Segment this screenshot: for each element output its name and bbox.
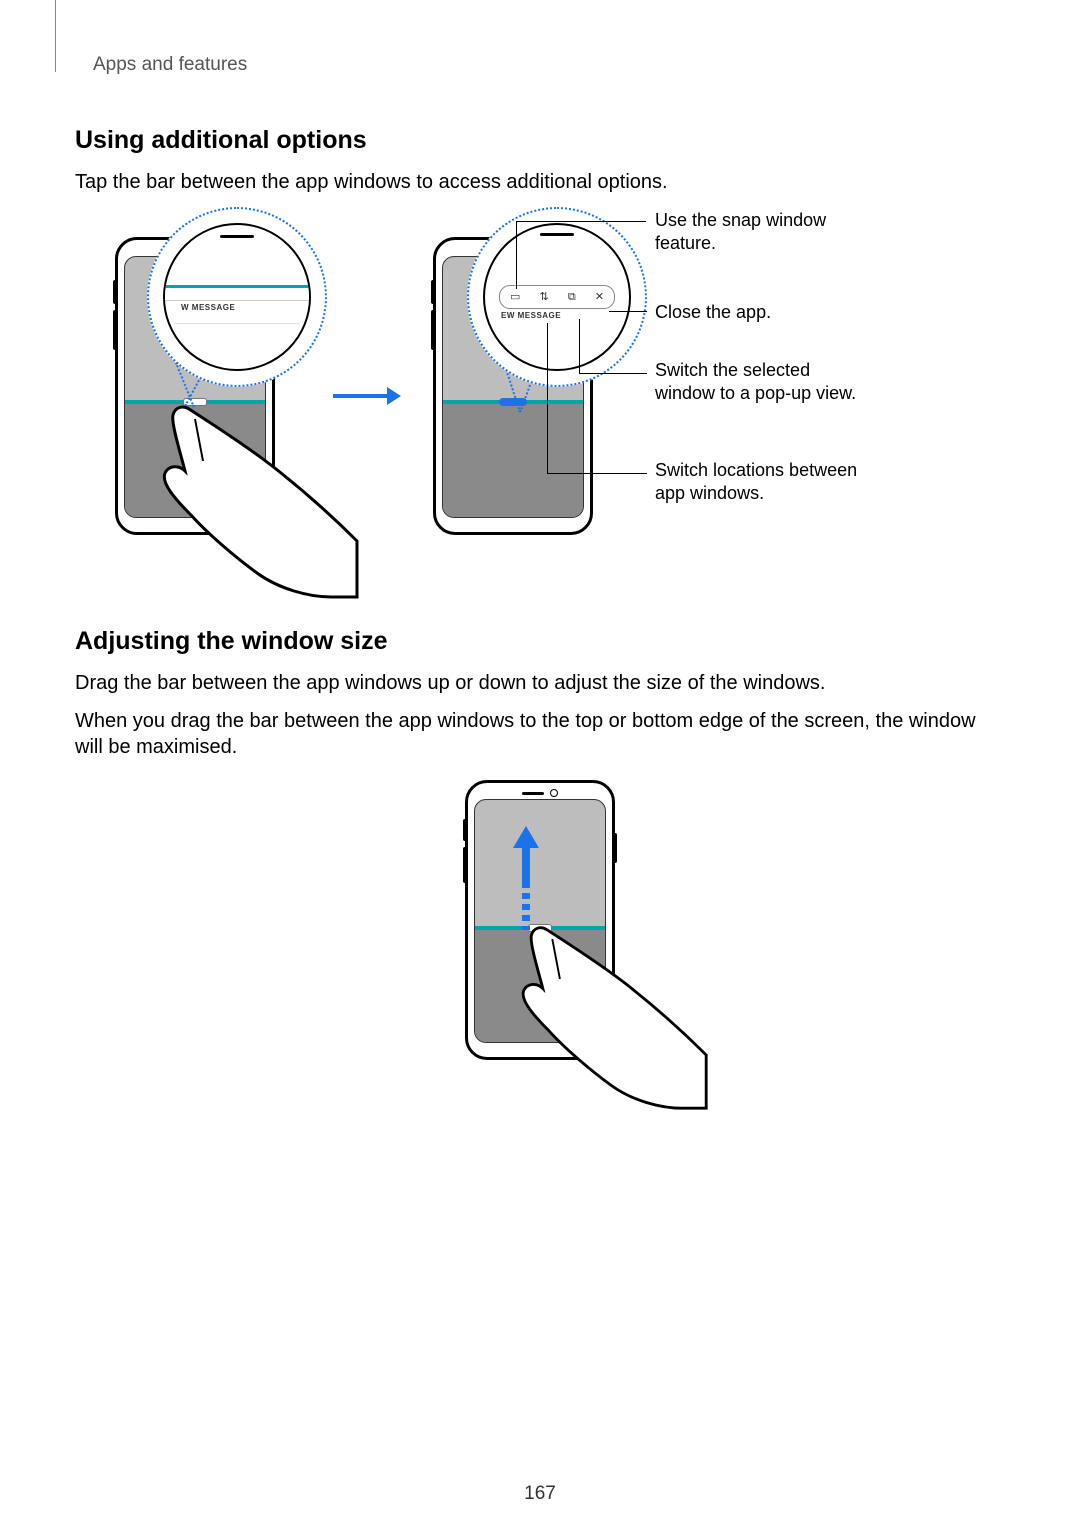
figure-resize [75,780,1005,1100]
label-swap: Switch locations between app windows. [655,459,875,504]
leader-snap-v [516,221,517,289]
callout-circle-left: W MESSAGE [147,207,327,387]
section-heading-options: Using additional options [75,126,1005,155]
side-rule [55,0,56,72]
leader-swap-h [547,473,647,474]
callout-circle-right: ▭ ⇅ ⧉ ✕ EW MESSAGE [467,207,647,387]
section-heading-resize: Adjusting the window size [75,627,1005,656]
section-body-options: Tap the bar between the app windows to a… [75,169,1005,195]
snap-window-icon: ▭ [510,292,520,303]
arrow-right-icon [333,387,401,405]
swap-windows-icon: ⇅ [539,292,548,303]
hand-icon-left [161,401,361,601]
figure-options: W MESSAGE [75,207,1005,587]
drag-up-arrow-icon [511,826,541,936]
leader-swap-v [547,323,548,473]
label-close: Close the app. [655,301,771,324]
hand-icon-drag [520,922,710,1112]
leader-popup-h [579,373,647,374]
label-snap: Use the snap window feature. [655,209,875,254]
close-app-icon: ✕ [595,292,604,303]
breadcrumb: Apps and features [93,54,1005,76]
popup-view-icon: ⧉ [568,292,576,303]
leader-snap-h [516,221,646,222]
section-body-resize-2: When you drag the bar between the app wi… [75,708,1005,760]
zoom-message-tag-right: EW MESSAGE [499,311,563,320]
leader-popup-v [579,319,580,373]
zoom-message-tag-left: W MESSAGE [179,303,237,312]
leader-close-h [609,311,647,312]
label-popup: Switch the selected window to a pop-up v… [655,359,875,404]
split-toolbar: ▭ ⇅ ⧉ ✕ [499,285,614,309]
section-body-resize-1: Drag the bar between the app windows up … [75,670,1005,696]
page-number: 167 [0,1483,1080,1505]
